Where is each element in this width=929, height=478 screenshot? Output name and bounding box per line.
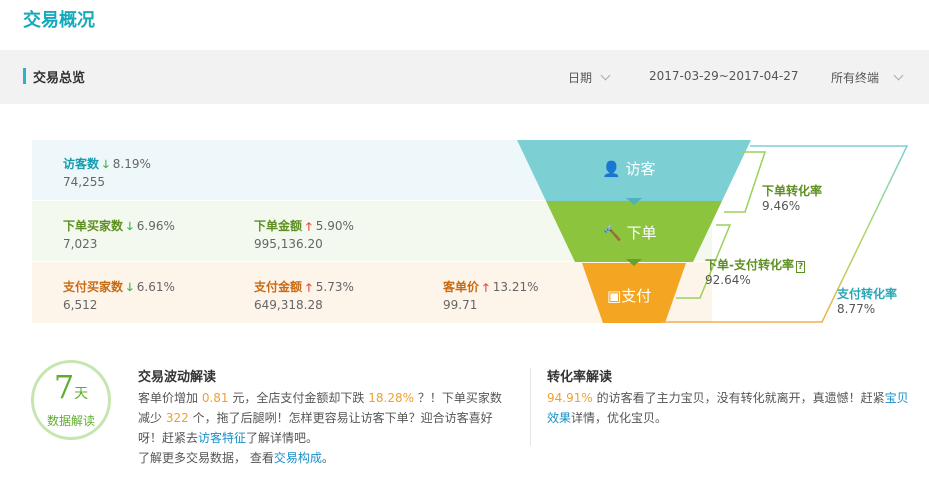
section-accent-bar	[23, 68, 26, 84]
metric-pct: 13.21%	[492, 280, 539, 294]
metric-value: 7,023	[63, 237, 98, 251]
highlight-value: 18.28%	[368, 391, 414, 405]
metric-pct: 6.96%	[136, 219, 175, 233]
metric-pct: 5.73%	[315, 280, 354, 294]
order-pay-rate: 下单-支付转化率? 92.64%	[705, 256, 806, 287]
trade-interp-title: 交易波动解读	[138, 370, 217, 385]
metric-pct: 5.90%	[315, 219, 354, 233]
metric-label: 下单金额	[254, 219, 303, 233]
order-pay-rate-label: 下单-支付转化率	[705, 258, 794, 272]
metric-pay-buyers: 支付买家数 🡓 6.61% 6,512	[63, 278, 175, 312]
metric-label: 支付买家数	[63, 280, 124, 294]
highlight-value: 322	[165, 411, 189, 425]
date-dropdown-label: 日期	[568, 71, 593, 85]
overview-toolbar: 交易总览 日期 2017-03-29~2017-04-27 所有终端	[0, 50, 929, 104]
chevron-down-icon	[893, 70, 904, 81]
pay-rate-label: 支付转化率	[837, 287, 898, 301]
highlight-value: 94.91%	[547, 391, 593, 405]
funnel-pay-label: ▣支付	[607, 285, 651, 306]
order-rate-connector	[724, 151, 767, 213]
metric-value: 99.71	[443, 298, 478, 312]
order-rate-value: 9.46%	[762, 199, 801, 213]
badge-caption: 数据解读	[46, 414, 95, 428]
arrow-up-icon: 🡑	[306, 220, 312, 233]
conv-interp-title: 转化率解读	[547, 370, 613, 385]
metric-pct: 6.61%	[136, 280, 175, 294]
metric-value: 649,318.28	[254, 298, 323, 312]
pay-rate-value: 8.77%	[837, 302, 876, 316]
interp-text: 元，全店支付金额却下跌	[232, 391, 365, 405]
funnel-visit-text: 访客	[625, 160, 656, 178]
help-icon[interactable]: ?	[795, 261, 806, 273]
metric-label: 客单价	[443, 280, 480, 294]
conv-interp-text: 94.91% 的访客看了主力宝贝，没有转化就离开，真遗憾！赶紧宝贝效果详情，优化…	[547, 388, 919, 428]
interp-text: 了解更多交易数据， 查看	[138, 451, 274, 465]
metric-pct: 8.19%	[112, 157, 151, 171]
date-dropdown[interactable]: 日期	[568, 69, 611, 86]
interp-text: 客单价增加	[138, 391, 199, 405]
chevron-down-icon	[600, 70, 611, 81]
metric-value: 74,255	[63, 175, 105, 189]
trade-interp-text: 客单价增加 0.81 元，全店支付金额却下跌 18.28% ？！下单买家数减少 …	[138, 388, 508, 468]
metric-label: 访客数	[63, 157, 100, 171]
order-rate-label: 下单转化率	[762, 184, 823, 198]
wallet-icon: ▣	[607, 287, 622, 305]
trade-structure-link[interactable]: 交易构成	[274, 451, 322, 465]
interp-text: 了解详情吧。	[246, 431, 319, 445]
arrow-down-icon: 🡓	[127, 220, 133, 233]
data-interpret-badge[interactable]: 7天 数据解读	[31, 360, 111, 440]
visitor-features-link[interactable]: 访客特征	[198, 431, 246, 445]
metric-label: 支付金额	[254, 280, 303, 294]
date-range-picker[interactable]: 2017-03-29~2017-04-27	[649, 69, 799, 83]
funnel-visit-label: 👤 访客	[602, 158, 655, 179]
funnel-order-label: 🔨 下单	[603, 222, 656, 243]
order-rate: 下单转化率 9.46%	[762, 182, 822, 213]
arrow-up-icon: 🡑	[483, 281, 489, 294]
user-icon: 👤	[602, 160, 621, 178]
section-title: 交易总览	[33, 71, 86, 86]
terminal-dropdown-label: 所有终端	[831, 71, 880, 85]
page-title: 交易概况	[23, 10, 95, 31]
arrow-down-icon: 🡓	[103, 158, 109, 171]
terminal-dropdown[interactable]: 所有终端	[831, 69, 904, 86]
badge-unit: 天	[74, 386, 89, 402]
metric-value: 995,136.20	[254, 237, 323, 251]
arrow-up-icon: 🡑	[306, 281, 312, 294]
metric-unit-price: 客单价 🡑 13.21% 99.71	[443, 278, 539, 312]
metric-value: 6,512	[63, 298, 98, 312]
badge-number: 7	[53, 368, 75, 406]
metric-visitors: 访客数 🡓 8.19% 74,255	[63, 155, 151, 189]
interp-text: 。	[321, 451, 334, 465]
arrow-down-icon: 🡓	[127, 281, 133, 294]
metric-order-amount: 下单金额 🡑 5.90% 995,136.20	[254, 217, 354, 251]
interp-text: 详情，优化宝贝。	[571, 411, 668, 425]
order-pay-rate-value: 92.64%	[705, 273, 751, 287]
funnel-order-text: 下单	[626, 224, 657, 242]
divider	[530, 368, 531, 446]
funnel-pay-text: 支付	[621, 287, 652, 305]
hammer-icon: 🔨	[603, 224, 622, 242]
metric-order-buyers: 下单买家数 🡓 6.96% 7,023	[63, 217, 175, 251]
metric-label: 下单买家数	[63, 219, 124, 233]
metric-pay-amount: 支付金额 🡑 5.73% 649,318.28	[254, 278, 354, 312]
interp-text: 的访客看了主力宝贝，没有转化就离开，真遗憾！赶紧	[596, 391, 885, 405]
pay-rate: 支付转化率 8.77%	[837, 285, 897, 316]
highlight-value: 0.81	[201, 391, 229, 405]
